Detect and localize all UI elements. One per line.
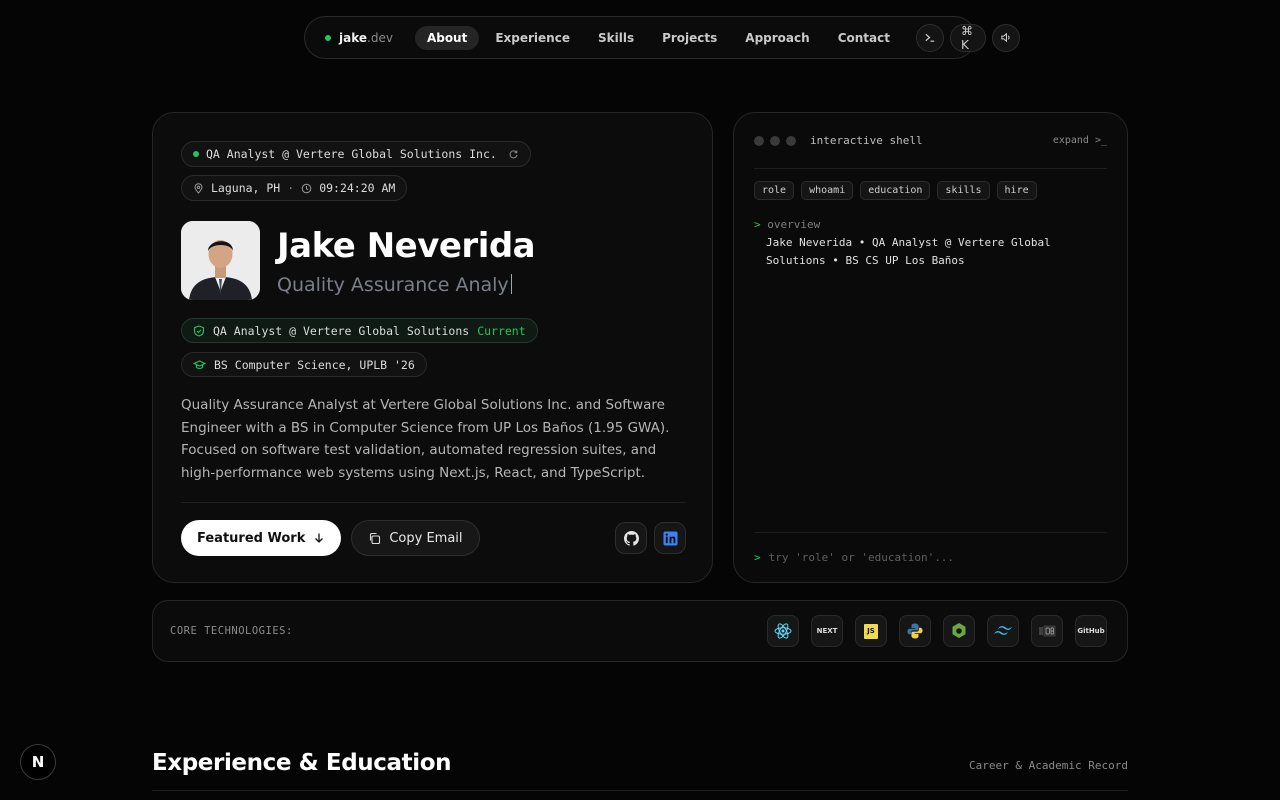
location-pin-icon	[194, 182, 203, 194]
avatar	[181, 221, 260, 300]
command-shortcut-label: ⌘ K	[960, 23, 973, 52]
brand-ext: .dev	[367, 30, 393, 45]
copy-icon	[370, 532, 381, 544]
credential-education: BS Computer Science, UPLB '26	[181, 352, 427, 377]
separator: ·	[287, 181, 295, 195]
window-dot-1	[754, 135, 764, 146]
status-pill[interactable]: QA Analyst @ Vertere Global Solutions In…	[181, 141, 531, 167]
shell-input-placeholder: try 'role' or 'education'...	[768, 551, 955, 564]
speaker-icon	[1001, 32, 1010, 43]
typing-role: Quality Assurance Analy	[277, 273, 535, 296]
nav-link-approach[interactable]: Approach	[733, 26, 821, 50]
shield-icon	[193, 324, 205, 337]
tech-icons: NEXT JS GitHub	[767, 615, 1107, 647]
nav-link-contact[interactable]: Contact	[826, 26, 902, 50]
refresh-icon	[509, 149, 518, 158]
status-dot	[193, 151, 199, 157]
prompt-symbol: >	[754, 218, 761, 231]
window-dot-3	[786, 135, 796, 146]
credentials: QA Analyst @ Vertere Global Solutions Cu…	[181, 318, 684, 377]
chip-role[interactable]: role	[754, 181, 795, 200]
shell-header: interactive shell expand >_	[754, 113, 1107, 169]
window-controls	[754, 135, 796, 146]
tech-label: CORE TECHNOLOGIES:	[170, 625, 293, 637]
sound-toggle-button[interactable]	[991, 23, 1020, 52]
nodejs-icon[interactable]	[943, 615, 975, 647]
section-subtitle: Career & Academic Record	[969, 759, 1128, 772]
brand-name: jake	[339, 30, 368, 45]
copy-email-button[interactable]: Copy Email	[351, 520, 480, 556]
nav-link-projects[interactable]: Projects	[650, 26, 729, 50]
nav-link-about[interactable]: About	[414, 25, 480, 50]
github-brand-icon[interactable]: GitHub	[1075, 615, 1107, 647]
chip-whoami[interactable]: whoami	[801, 181, 854, 200]
typing-caret	[510, 273, 512, 294]
credential-edu-text: BS Computer Science, UPLB '26	[214, 357, 415, 372]
arrow-down-icon	[315, 533, 324, 543]
divider	[181, 502, 686, 503]
credential-job-text: QA Analyst @ Vertere Global Solutions	[213, 323, 470, 338]
javascript-text: JS	[864, 623, 878, 639]
nav-link-experience[interactable]: Experience	[483, 26, 582, 50]
chip-hire[interactable]: hire	[996, 181, 1037, 200]
section-divider	[152, 790, 1128, 791]
graduation-cap-icon	[193, 359, 206, 369]
top-nav: jake.dev About Experience Skills Project…	[304, 16, 1020, 59]
interactive-shell: interactive shell expand >_ role whoami …	[733, 112, 1128, 583]
github-icon	[623, 530, 639, 546]
linkedin-icon	[662, 530, 678, 546]
shell-title: interactive shell	[810, 134, 923, 147]
brand-logo[interactable]: jake.dev	[325, 31, 393, 45]
expand-shell-button[interactable]: expand >_	[1053, 135, 1107, 146]
chip-education[interactable]: education	[860, 181, 931, 200]
shell-output: > overview Jake Neverida • QA Analyst @ …	[754, 216, 1107, 270]
hero-actions: Featured Work Copy Email	[181, 520, 686, 556]
terminal-icon	[925, 33, 935, 42]
credential-job: QA Analyst @ Vertere Global Solutions Cu…	[181, 318, 538, 343]
shell-command-chips: role whoami education skills hire	[754, 181, 1107, 200]
bio: Quality Assurance Analyst at Vertere Glo…	[181, 397, 670, 481]
linkedin-link[interactable]	[654, 522, 686, 554]
react-icon[interactable]	[767, 615, 799, 647]
nav-link-skills[interactable]: Skills	[586, 26, 646, 50]
github-link[interactable]	[615, 522, 647, 554]
nextjs-text: NEXT	[816, 627, 838, 635]
hero-card: QA Analyst @ Vertere Global Solutions In…	[152, 112, 713, 583]
chip-skills[interactable]: skills	[937, 181, 990, 200]
nextjs-dev-button[interactable]: N	[20, 744, 56, 780]
status-text: QA Analyst @ Vertere Global Solutions In…	[206, 147, 497, 161]
location-time-pill: Laguna, PH · 09:24:20 AM	[181, 175, 408, 201]
shell-command-line: > overview	[754, 216, 1107, 234]
status-dot	[325, 34, 331, 41]
nextjs-icon[interactable]: NEXT	[811, 615, 843, 647]
typing-role-text: Quality Assurance Analy	[277, 273, 509, 296]
command-palette-button[interactable]: ⌘ K	[949, 23, 986, 52]
terminal-button[interactable]	[915, 23, 944, 52]
current-badge: Current	[477, 323, 526, 338]
section-title: Experience & Education	[152, 750, 452, 776]
github-text: GitHub	[1077, 627, 1105, 635]
clock-time: 09:24:20 AM	[319, 181, 396, 195]
featured-work-button[interactable]: Featured Work	[181, 520, 342, 556]
clock-icon	[301, 183, 312, 193]
nav-links: About Experience Skills Projects Approac…	[414, 25, 902, 50]
nav-tools: ⌘ K	[915, 23, 1020, 52]
shell-input[interactable]: > try 'role' or 'education'...	[754, 532, 1107, 582]
featured-work-label: Featured Work	[197, 530, 306, 546]
location-text: Laguna, PH	[211, 181, 281, 195]
javascript-icon[interactable]: JS	[855, 615, 887, 647]
identity: Jake Neverida Quality Assurance Analy	[181, 221, 684, 300]
shell-command: overview	[767, 218, 821, 231]
tailwind-icon[interactable]	[987, 615, 1019, 647]
profile-name: Jake Neverida	[277, 225, 536, 266]
copy-email-label: Copy Email	[389, 530, 463, 546]
shell-response: Jake Neverida • QA Analyst @ Vertere Glo…	[766, 236, 1051, 267]
window-dot-2	[770, 135, 780, 146]
database-icon[interactable]	[1031, 615, 1063, 647]
input-prompt-symbol: >	[754, 551, 761, 564]
fab-label: N	[31, 753, 45, 771]
python-icon[interactable]	[899, 615, 931, 647]
social-links	[615, 522, 686, 554]
core-technologies: CORE TECHNOLOGIES: NEXT JS GitHub	[152, 600, 1128, 662]
